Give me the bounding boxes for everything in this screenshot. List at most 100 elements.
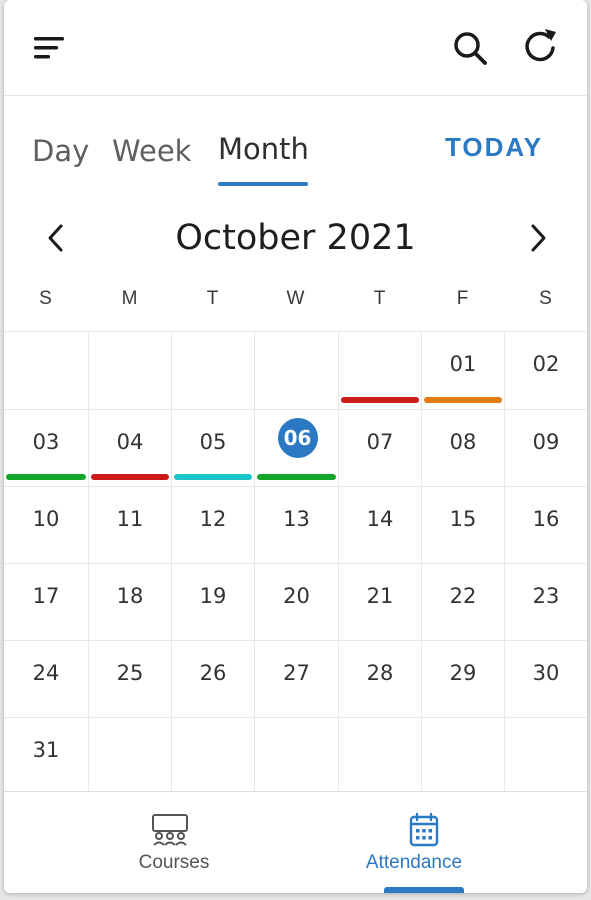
calendar-day-30[interactable]: 30: [504, 640, 587, 717]
selected-day-number: 06: [277, 418, 318, 458]
calendar-empty-cell: [254, 331, 338, 409]
day-number: 09: [532, 430, 560, 454]
day-number: 29: [449, 661, 477, 685]
day-number: 19: [199, 584, 227, 608]
calendar-empty-cell: [421, 717, 504, 791]
weekday-label: F: [456, 288, 469, 309]
day-number: 27: [283, 661, 310, 685]
day-number: 07: [366, 430, 394, 454]
nav-attendance[interactable]: Attendance: [284, 792, 544, 893]
calendar-day-02[interactable]: 02: [504, 331, 587, 409]
top-app-bar: [4, 0, 587, 96]
day-number: 15: [449, 507, 477, 531]
calendar-empty-cell: [88, 331, 171, 409]
calendar-empty-cell: [338, 331, 421, 409]
today-button[interactable]: TODAY: [445, 132, 543, 163]
calendar-empty-cell: [171, 717, 254, 791]
weekday-label: W: [286, 288, 305, 309]
courses-icon: [150, 812, 190, 848]
calendar-day-04[interactable]: 04: [88, 409, 171, 486]
nav-courses-label: Courses: [138, 852, 210, 873]
filter-menu-icon[interactable]: [28, 30, 68, 66]
search-icon[interactable]: [450, 28, 490, 68]
bottom-navigation: Courses Attendance: [4, 791, 587, 893]
calendar-day-11[interactable]: 11: [88, 486, 171, 563]
calendar-day-20[interactable]: 20: [254, 563, 338, 640]
day-number: 04: [116, 430, 144, 454]
refresh-icon[interactable]: [520, 26, 562, 68]
attendance-indicator-bar: [6, 474, 86, 480]
attendance-indicator-bar: [91, 474, 169, 480]
calendar-day-23[interactable]: 23: [504, 563, 587, 640]
calendar-day-03[interactable]: 03: [4, 409, 88, 486]
day-number: 25: [116, 661, 144, 685]
chevron-right-icon[interactable]: [524, 220, 552, 256]
tab-month[interactable]: Month: [218, 132, 309, 166]
calendar-day-21[interactable]: 21: [338, 563, 421, 640]
calendar-day-13[interactable]: 13: [254, 486, 338, 563]
calendar-grid: 01 02 03 04 05 06 07 08 09 10 11 12 13 14 15 16 17 18 19 20…: [4, 331, 587, 791]
calendar-day-22[interactable]: 22: [421, 563, 504, 640]
view-tabs: Day Week Month TODAY: [4, 96, 587, 196]
calendar-day-26[interactable]: 26: [171, 640, 254, 717]
calendar-empty-cell: [88, 717, 171, 791]
calendar-day-05[interactable]: 05: [171, 409, 254, 486]
calendar-day-25[interactable]: 25: [88, 640, 171, 717]
month-navigation: October 2021: [4, 206, 587, 272]
calendar-day-15[interactable]: 15: [421, 486, 504, 563]
calendar-day-10[interactable]: 10: [4, 486, 88, 563]
day-number: 18: [116, 584, 144, 608]
tab-day[interactable]: Day: [32, 134, 89, 168]
month-title: October 2021: [175, 218, 416, 258]
day-number: 21: [366, 584, 394, 608]
weekday-label: T: [373, 288, 386, 309]
calendar-day-06[interactable]: 06: [254, 409, 338, 486]
nav-attendance-label: Attendance: [365, 852, 463, 873]
tab-week[interactable]: Week: [112, 134, 191, 168]
day-number: 30: [532, 661, 560, 685]
day-number: 02: [532, 352, 560, 376]
weekday-label: S: [539, 288, 552, 309]
attendance-indicator-bar: [257, 474, 336, 480]
calendar-day-01[interactable]: 01: [421, 331, 504, 409]
day-number: 26: [199, 661, 227, 685]
calendar-empty-cell: [338, 717, 421, 791]
day-number: 24: [32, 661, 60, 685]
calendar-day-24[interactable]: 24: [4, 640, 88, 717]
nav-courses[interactable]: Courses: [24, 792, 314, 893]
calendar-day-31[interactable]: 31: [4, 717, 88, 791]
calendar-empty-cell: [254, 717, 338, 791]
active-nav-indicator: [384, 887, 464, 893]
day-number: 28: [366, 661, 394, 685]
calendar-day-29[interactable]: 29: [421, 640, 504, 717]
day-number: 01: [449, 352, 477, 376]
day-number: 05: [199, 430, 227, 454]
calendar-day-19[interactable]: 19: [171, 563, 254, 640]
calendar-day-16[interactable]: 16: [504, 486, 587, 563]
calendar-day-27[interactable]: 27: [254, 640, 338, 717]
weekday-label: M: [121, 288, 138, 309]
calendar-day-28[interactable]: 28: [338, 640, 421, 717]
calendar-day-18[interactable]: 18: [88, 563, 171, 640]
attendance-indicator-bar: [174, 474, 252, 480]
calendar-day-12[interactable]: 12: [171, 486, 254, 563]
weekday-label: S: [39, 288, 52, 309]
weekday-label: T: [206, 288, 219, 309]
weekday-header: SMTWTFS: [4, 288, 587, 318]
calendar-day-09[interactable]: 09: [504, 409, 587, 486]
calendar-day-07[interactable]: 07: [338, 409, 421, 486]
day-number: 16: [532, 507, 560, 531]
day-number: 03: [32, 430, 60, 454]
calendar-day-17[interactable]: 17: [4, 563, 88, 640]
calendar-day-14[interactable]: 14: [338, 486, 421, 563]
day-number: 08: [449, 430, 477, 454]
calendar-day-08[interactable]: 08: [421, 409, 504, 486]
day-number: 12: [199, 507, 227, 531]
calendar-empty-cell: [4, 331, 88, 409]
active-tab-indicator: [218, 182, 308, 186]
calendar-empty-cell: [504, 717, 587, 791]
day-number: 10: [32, 507, 60, 531]
attendance-indicator-bar: [424, 397, 502, 403]
day-number: 20: [283, 584, 310, 608]
day-number: 31: [32, 738, 60, 762]
